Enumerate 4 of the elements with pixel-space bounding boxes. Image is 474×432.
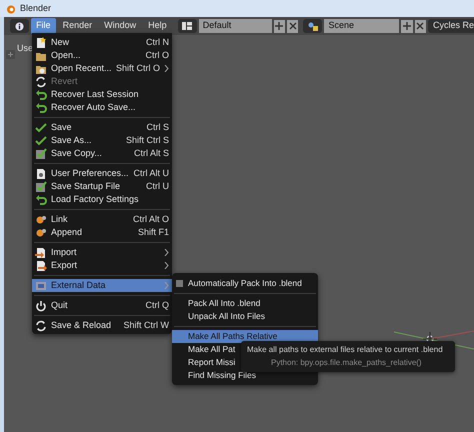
view-name-label: Use <box>17 42 34 55</box>
window-title: Blender <box>20 2 52 15</box>
tooltip-python: Python: bpy.ops.file.make_paths_relative() <box>270 357 423 369</box>
tooltip-description: Make all paths to external files relative to current .blend <box>247 344 444 356</box>
